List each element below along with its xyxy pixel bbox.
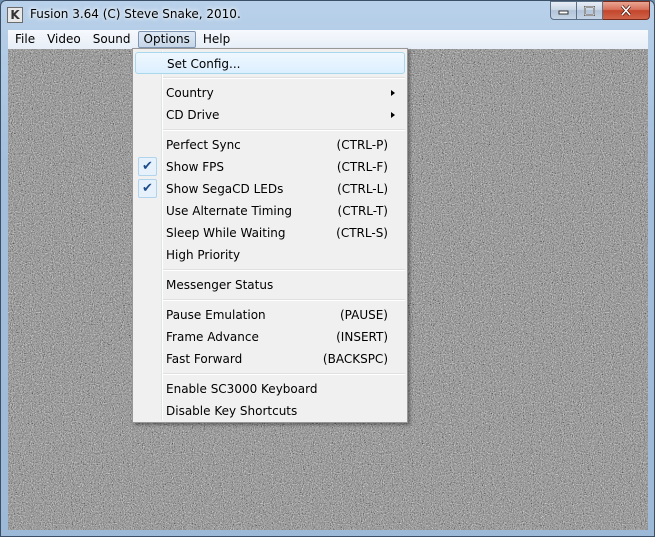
menu-item-pause-emulation[interactable]: Pause Emulation (PAUSE): [135, 304, 405, 326]
checkmark-icon: ✔: [138, 179, 157, 198]
menu-separator: [163, 77, 405, 79]
menu-item-label: Set Config...: [167, 57, 241, 71]
menu-item-messenger-status[interactable]: Messenger Status: [135, 274, 405, 296]
menu-item-shortcut: (CTRL-F): [336, 160, 388, 174]
menu-item-alternate-timing[interactable]: Use Alternate Timing (CTRL-T): [135, 200, 405, 222]
menu-item-frame-advance[interactable]: Frame Advance (INSERT): [135, 326, 405, 348]
menu-item-label: Fast Forward: [166, 352, 243, 366]
submenu-arrow-icon: [391, 112, 395, 118]
menu-sound[interactable]: Sound: [88, 31, 136, 48]
close-button[interactable]: [603, 1, 650, 20]
menu-item-label: Show FPS: [166, 160, 224, 174]
menu-item-label: CD Drive: [166, 108, 220, 122]
maximize-icon: [584, 5, 595, 16]
menu-item-label: Country: [166, 86, 214, 100]
menu-item-shortcut: (CTRL-T): [337, 204, 388, 218]
menu-video[interactable]: Video: [42, 31, 86, 48]
menu-item-label: Use Alternate Timing: [166, 204, 292, 218]
menu-options[interactable]: Options: [137, 31, 196, 48]
menu-item-fast-forward[interactable]: Fast Forward (BACKSPC): [135, 348, 405, 370]
minimize-icon: [558, 10, 569, 15]
menu-item-disable-key-shortcuts[interactable]: Disable Key Shortcuts: [135, 400, 405, 422]
title-bar[interactable]: K Fusion 3.64 (C) Steve Snake, 2010.: [1, 1, 654, 29]
menu-item-set-config[interactable]: Set Config...: [135, 52, 405, 74]
menu-item-shortcut: (INSERT): [336, 330, 388, 344]
menu-item-country[interactable]: Country: [135, 82, 405, 104]
menu-item-perfect-sync[interactable]: Perfect Sync (CTRL-P): [135, 134, 405, 156]
menu-item-label: Frame Advance: [166, 330, 259, 344]
menu-item-label: Disable Key Shortcuts: [166, 404, 298, 418]
menu-item-label: Messenger Status: [166, 278, 274, 292]
menu-item-shortcut: (CTRL-L): [337, 182, 388, 196]
menu-separator: [163, 269, 405, 271]
menu-item-label: Pause Emulation: [166, 308, 266, 322]
menu-item-enable-sc3000-keyboard[interactable]: Enable SC3000 Keyboard: [135, 378, 405, 400]
menu-separator: [163, 373, 405, 375]
menu-file[interactable]: File: [10, 31, 40, 48]
menu-item-label: Perfect Sync: [166, 138, 241, 152]
menu-separator: [163, 299, 405, 301]
window-title: Fusion 3.64 (C) Steve Snake, 2010.: [30, 7, 241, 21]
menu-item-show-segacd-leds[interactable]: ✔ Show SegaCD LEDs (CTRL-L): [135, 178, 405, 200]
options-dropdown-menu: Set Config... Country CD Drive Perfect S…: [132, 48, 408, 423]
menu-item-show-fps[interactable]: ✔ Show FPS (CTRL-F): [135, 156, 405, 178]
menu-item-high-priority[interactable]: High Priority: [135, 244, 405, 266]
close-icon: [620, 5, 632, 16]
menu-item-label: Enable SC3000 Keyboard: [166, 382, 318, 396]
caption-buttons: [550, 1, 650, 21]
menu-separator: [163, 129, 405, 131]
checkmark-icon: ✔: [138, 157, 157, 176]
minimize-button[interactable]: [550, 1, 577, 20]
menu-item-label: High Priority: [166, 248, 241, 262]
maximize-button[interactable]: [577, 1, 603, 20]
menu-item-shortcut: (CTRL-P): [336, 138, 388, 152]
menu-item-label: Show SegaCD LEDs: [166, 182, 284, 196]
menu-item-cd-drive[interactable]: CD Drive: [135, 104, 405, 126]
menu-item-shortcut: (BACKSPC): [322, 352, 388, 366]
menu-help[interactable]: Help: [198, 31, 235, 48]
menu-item-sleep-while-waiting[interactable]: Sleep While Waiting (CTRL-S): [135, 222, 405, 244]
menu-item-shortcut: (CTRL-S): [336, 226, 388, 240]
app-logo-icon[interactable]: K: [7, 7, 23, 23]
menu-item-shortcut: (PAUSE): [339, 308, 388, 322]
menu-bar: File Video Sound Options Help: [8, 30, 648, 50]
menu-item-label: Sleep While Waiting: [166, 226, 286, 240]
submenu-arrow-icon: [391, 90, 395, 96]
